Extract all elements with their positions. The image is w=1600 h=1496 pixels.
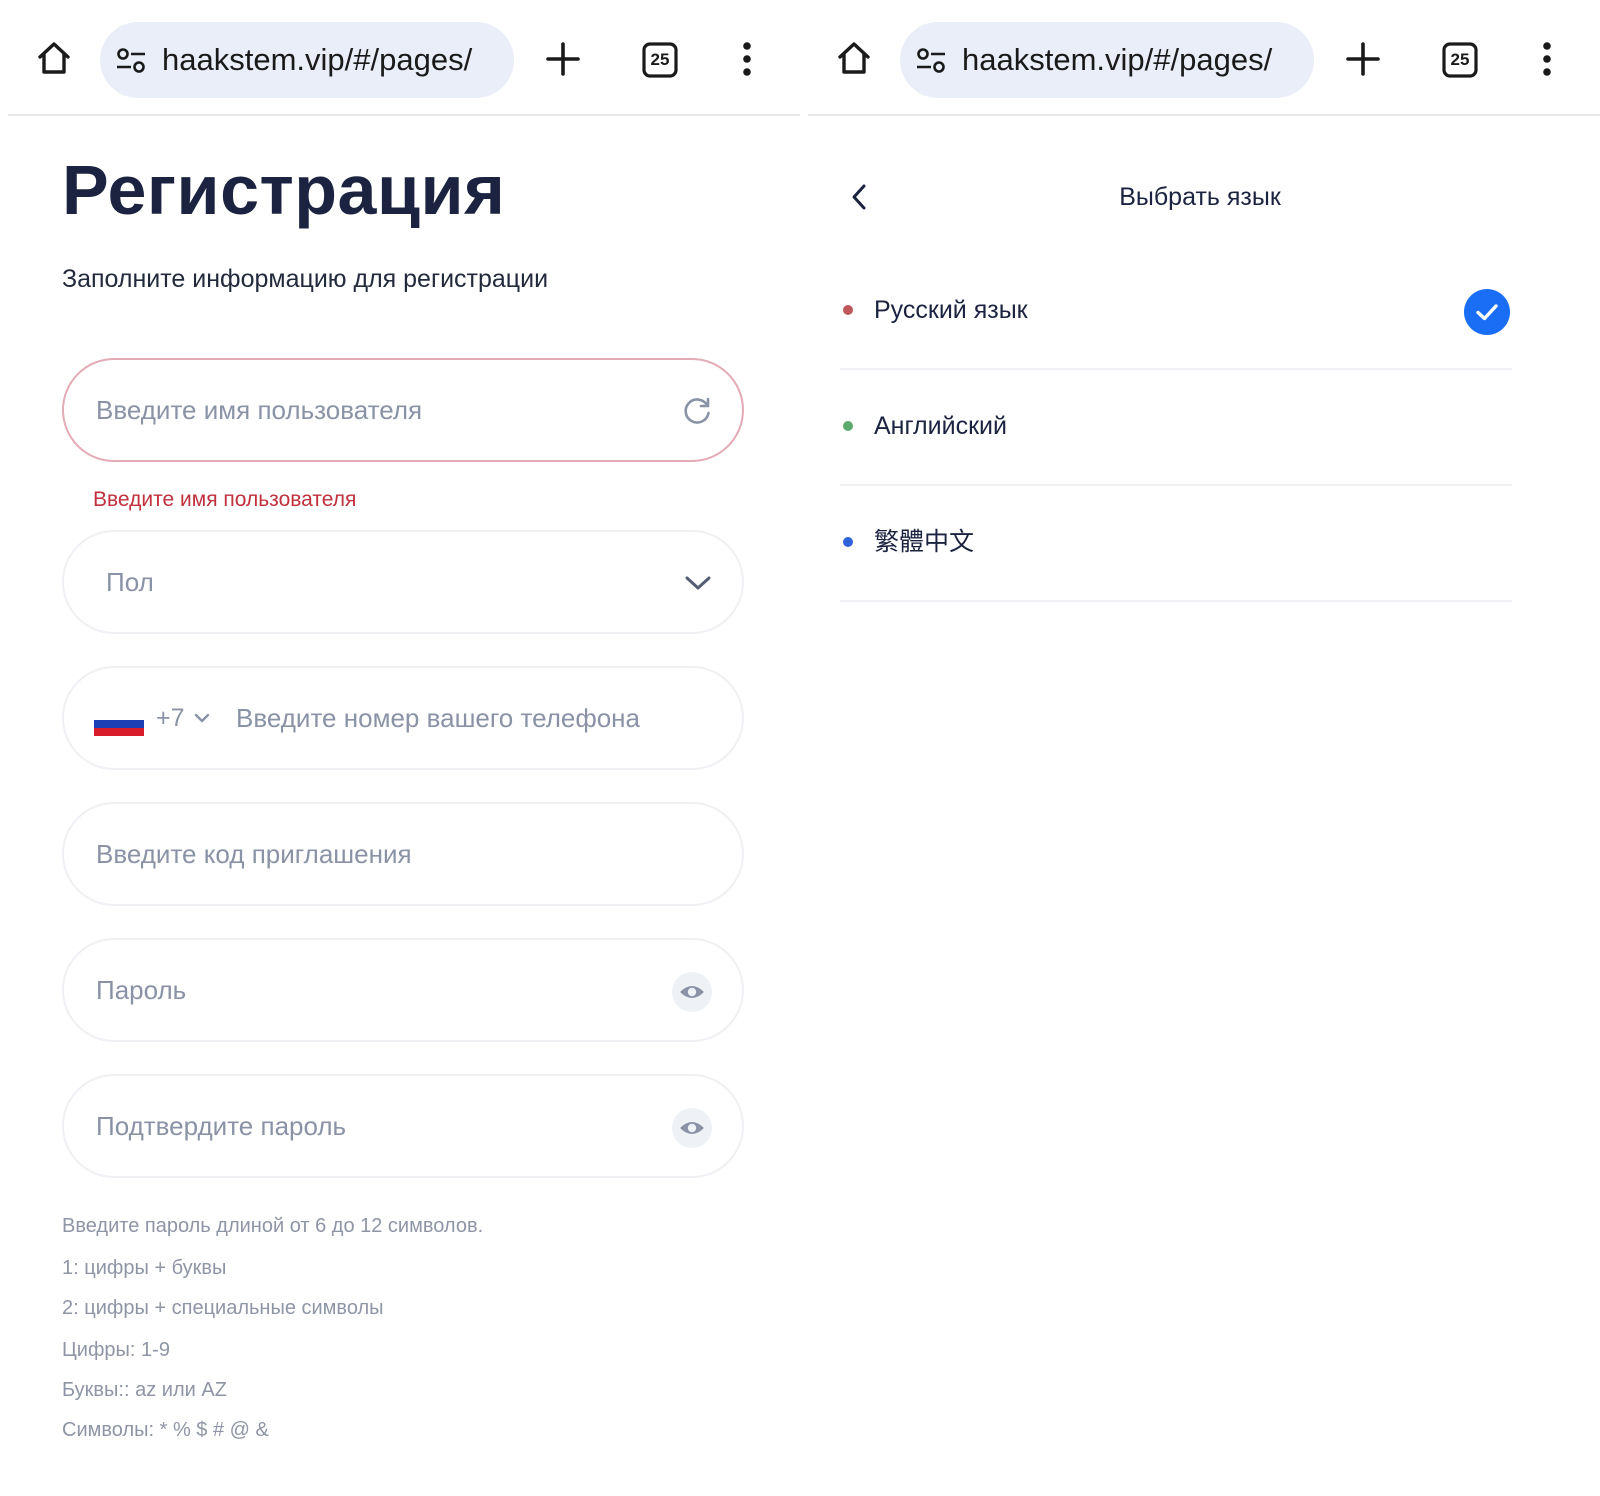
address-bar[interactable]: haakstem.vip/#/pages/ [900,22,1314,98]
list-divider [840,600,1512,602]
url-text: haakstem.vip/#/pages/ [962,42,1273,77]
password-hint: Цифры: 1-9 [62,1339,170,1361]
invite-code-input[interactable]: Введите код приглашения [62,802,744,906]
tab-count: 25 [650,50,670,69]
password-visibility-toggle[interactable] [672,972,712,1012]
language-label: 繁體中文 [874,528,975,556]
toolbar-divider [808,114,1600,116]
more-options-icon[interactable] [1542,42,1552,76]
eye-icon [680,1122,704,1134]
address-bar[interactable]: haakstem.vip/#/pages/ [100,22,514,98]
username-error: Введите имя пользователя [93,488,357,511]
country-chevron-icon[interactable] [194,712,210,724]
page-subtitle: Заполните информацию для регистрации [62,265,549,293]
phone-placeholder: Введите номер вашего телефона [236,703,640,733]
check-circle-icon [1464,289,1510,335]
password-input[interactable]: Пароль [62,938,744,1042]
home-icon[interactable] [36,40,72,76]
chevron-down-icon [685,576,711,590]
new-tab-icon[interactable] [1346,42,1380,76]
invite-placeholder: Введите код приглашения [96,839,412,869]
language-dot [843,537,853,547]
more-options-icon[interactable] [742,42,752,76]
home-icon[interactable] [836,40,872,76]
eye-icon [680,986,704,998]
password-hint: 1: цифры + буквы [62,1257,227,1279]
url-text: haakstem.vip/#/pages/ [162,42,473,77]
password-hint: Введите пароль длиной от 6 до 12 символо… [62,1215,484,1237]
toolbar-divider [8,114,800,116]
username-input[interactable]: Введите имя пользователя [62,358,744,462]
username-placeholder: Введите имя пользователя [96,395,423,425]
password-hint: Буквы:: az или AZ [62,1379,227,1401]
language-dot [843,421,853,431]
language-dot [843,305,853,315]
language-item-english[interactable]: Английский [840,370,1512,486]
refresh-icon[interactable] [682,396,712,426]
browser-toolbar: haakstem.vip/#/pages/ 25 [800,0,1600,116]
new-tab-icon[interactable] [546,42,580,76]
country-code[interactable]: +7 [156,698,185,738]
browser-toolbar: haakstem.vip/#/pages/ 25 [0,0,800,116]
russia-flag-icon[interactable] [94,712,144,736]
gender-select[interactable]: Пол [62,530,744,634]
language-label: Английский [874,412,1007,440]
tab-count: 25 [1450,50,1470,69]
site-settings-icon[interactable] [916,48,946,74]
language-item-russian[interactable]: Русский язык [840,254,1512,370]
language-panel: haakstem.vip/#/pages/ 25 Выбрать язык Ру… [800,0,1600,1496]
language-item-traditional-chinese[interactable]: 繁體中文 [840,486,1512,602]
gender-placeholder: Пол [106,567,154,597]
site-settings-icon[interactable] [116,48,146,74]
registration-panel: haakstem.vip/#/pages/ 25 Регистрация Зап… [0,0,800,1496]
confirm-visibility-toggle[interactable] [672,1108,712,1148]
confirm-password-input[interactable]: Подтвердите пароль [62,1074,744,1178]
confirm-placeholder: Подтвердите пароль [96,1111,347,1141]
language-label: Русский язык [874,296,1028,324]
password-placeholder: Пароль [96,975,187,1005]
password-hint: 2: цифры + специальные символы [62,1297,384,1319]
password-hint: Символы: * % $ # @ & [62,1419,269,1441]
page-title: Регистрация [62,151,506,229]
language-title: Выбрать язык [1119,183,1281,211]
phone-input[interactable]: +7 Введите номер вашего телефона [62,666,744,770]
